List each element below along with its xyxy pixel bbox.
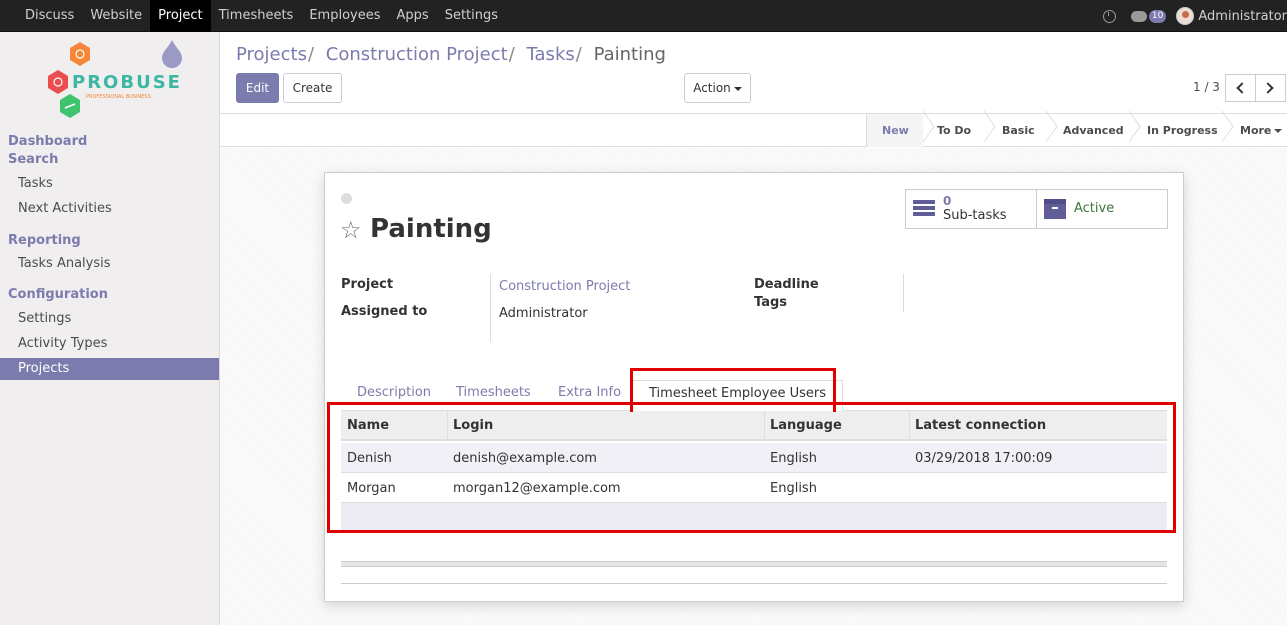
sidebar-section-search[interactable]: Search: [8, 152, 58, 167]
menu-discuss[interactable]: Discuss: [0, 0, 82, 32]
sidebar-item-tasks-analysis[interactable]: Tasks Analysis: [0, 253, 219, 275]
action-label: Action: [693, 81, 731, 95]
menu-apps[interactable]: Apps: [389, 0, 437, 32]
highlight-table-box: [327, 402, 1176, 533]
chevron-right-icon: [1262, 82, 1274, 94]
breadcrumb-tasks[interactable]: Tasks: [527, 44, 575, 65]
pager-next-button[interactable]: [1255, 74, 1286, 102]
avatar[interactable]: [1176, 7, 1195, 25]
menu-project[interactable]: Project: [150, 0, 211, 32]
sidebar-item-tasks[interactable]: Tasks: [0, 173, 219, 195]
sidebar-section-dashboard[interactable]: Dashboard: [8, 134, 87, 149]
edit-button[interactable]: Edit: [236, 73, 279, 103]
pager-value[interactable]: 1 / 3: [1193, 80, 1220, 94]
message-count-badge: 10: [1148, 9, 1167, 23]
top-navbar: Discuss Website Project Timesheets Emplo…: [0, 0, 1287, 32]
menu-settings[interactable]: Settings: [437, 0, 506, 32]
sidebar-section-reporting: Reporting: [8, 233, 81, 248]
assigned-to-label: Assigned to: [341, 304, 428, 319]
chatter-divider: [341, 583, 1167, 584]
assigned-to-field[interactable]: Administrator: [499, 306, 588, 321]
record-title: Painting: [370, 214, 492, 244]
stage-more-dropdown[interactable]: More: [1240, 114, 1283, 147]
chat-icon[interactable]: [1130, 10, 1147, 22]
stage-in-progress[interactable]: In Progress: [1147, 114, 1218, 147]
company-logo: PROBUSE PROFESSIONAL BUSINESS: [48, 40, 182, 118]
sidebar-section-configuration: Configuration: [8, 287, 108, 302]
kanban-state-indicator[interactable]: [341, 193, 352, 204]
stage-more-label: More: [1240, 124, 1272, 137]
menu-website[interactable]: Website: [82, 0, 150, 32]
active-toggle-button[interactable]: Active: [1036, 189, 1168, 229]
sidebar-item-projects[interactable]: Projects: [0, 358, 219, 380]
menu-employees[interactable]: Employees: [301, 0, 388, 32]
active-label: Active: [1074, 201, 1115, 216]
deadline-label: Deadline: [754, 277, 819, 292]
stage-basic[interactable]: Basic: [1002, 114, 1035, 147]
breadcrumb: Projects/ Construction Project/ Tasks/ P…: [236, 44, 666, 65]
stage-to-do[interactable]: To Do: [937, 114, 971, 147]
stage-advanced[interactable]: Advanced: [1063, 114, 1124, 147]
stage-statusbar: New To Do Basic Advanced In Progress Mor…: [220, 113, 1287, 147]
chatter-separator: [341, 561, 1167, 567]
project-field[interactable]: Construction Project: [499, 279, 630, 294]
subtasks-count: 0: [943, 194, 952, 208]
sidebar-item-settings[interactable]: Settings: [0, 308, 219, 330]
sidebar-item-next-activities[interactable]: Next Activities: [0, 198, 219, 220]
menu-timesheets[interactable]: Timesheets: [211, 0, 302, 32]
tab-timesheets[interactable]: Timesheets: [456, 385, 531, 400]
breadcrumb-construction-project[interactable]: Construction Project: [326, 44, 508, 65]
subtasks-label: Sub-tasks: [943, 208, 1007, 223]
project-label: Project: [341, 277, 394, 292]
star-icon[interactable]: ☆: [340, 216, 362, 244]
breadcrumb-current: Painting: [593, 44, 666, 65]
clock-icon[interactable]: [1102, 9, 1116, 23]
tab-description[interactable]: Description: [357, 385, 431, 400]
archive-icon: [1044, 199, 1066, 219]
systray: 10 Administrator: [1102, 0, 1287, 32]
logo-tagline: PROFESSIONAL BUSINESS: [86, 94, 151, 100]
tasks-icon: [913, 200, 935, 218]
breadcrumb-projects[interactable]: Projects: [236, 44, 307, 65]
pager-previous-button[interactable]: [1225, 74, 1256, 102]
logo-wordmark: PROBUSE: [72, 72, 182, 93]
caret-down-icon: [733, 86, 742, 91]
tags-label: Tags: [754, 295, 788, 310]
create-button[interactable]: Create: [283, 73, 342, 103]
action-dropdown[interactable]: Action: [684, 73, 751, 103]
tab-extra-info[interactable]: Extra Info: [558, 385, 621, 400]
sidebar: PROBUSE PROFESSIONAL BUSINESS Dashboard …: [0, 32, 220, 625]
subtasks-button[interactable]: 0 Sub-tasks: [905, 189, 1037, 229]
user-menu[interactable]: Administrator: [1198, 9, 1287, 24]
caret-down-icon: [1274, 129, 1283, 133]
sidebar-item-activity-types[interactable]: Activity Types: [0, 333, 219, 355]
stage-new[interactable]: New: [882, 114, 909, 147]
chevron-left-icon: [1236, 82, 1248, 94]
app-menu: Discuss Website Project Timesheets Emplo…: [0, 0, 506, 32]
